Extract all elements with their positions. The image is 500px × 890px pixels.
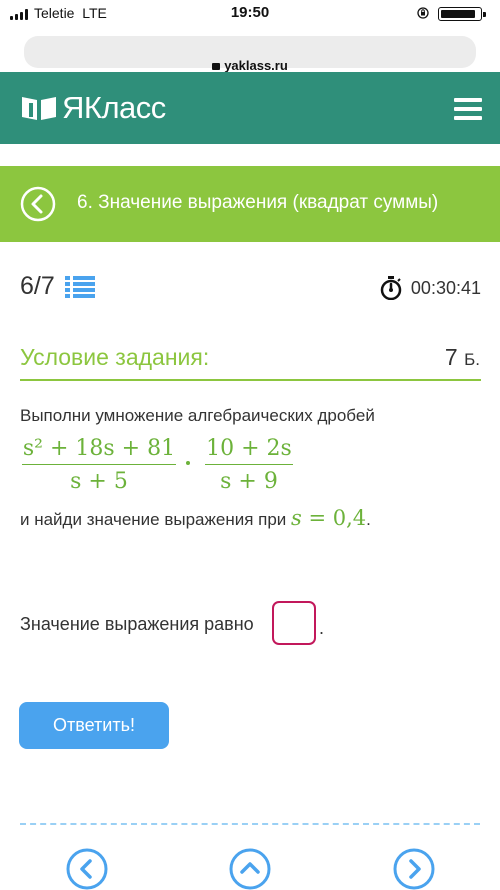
logo[interactable]: ЯКласс <box>20 90 166 125</box>
task-intro: Выполни умножение алгебраических дробей <box>20 406 375 425</box>
answer-end: . <box>319 618 325 638</box>
fraction-1-numerator: s² + 18s + 81 <box>22 436 176 461</box>
fraction-2-bar <box>205 464 293 465</box>
rotation-lock-icon <box>417 7 429 19</box>
fraction-2: 10 + 2s s + 9 <box>205 436 293 494</box>
chevron-left-circle-icon[interactable] <box>20 186 56 222</box>
variable-value: 0,4 <box>332 506 367 530</box>
task-points: 7 Б. <box>445 344 480 371</box>
task-find-text: и найди значение выражения при s = 0,4. <box>20 506 371 530</box>
url-label: yaklass.ru <box>224 58 288 73</box>
site-header: ЯКласс <box>0 72 500 144</box>
lock-icon <box>212 63 221 70</box>
find-text-label: и найди значение выражения при <box>20 510 292 529</box>
book-icon <box>22 97 56 120</box>
logo-text: ЯКласс <box>62 90 166 125</box>
spacer <box>0 144 500 160</box>
status-bar: Teletie LTE 19:50 <box>0 0 500 28</box>
find-text-end: . <box>366 510 371 529</box>
answer-input[interactable] <box>272 601 316 645</box>
fraction-1-denominator: s + 5 <box>70 469 128 494</box>
task-counter-text: 6/7 <box>20 272 55 300</box>
equals-sign: = <box>301 506 333 530</box>
answer-label: Значение выражения равно <box>20 614 254 634</box>
timer: 00:30:41 <box>379 276 481 300</box>
points-unit: Б. <box>464 350 480 369</box>
chevron-up-icon[interactable] <box>229 848 271 890</box>
browser-address-area[interactable]: yaklass.ru <box>0 28 500 73</box>
condition-title: Условие задания: <box>20 344 210 370</box>
fraction-2-numerator: 10 + 2s <box>206 436 292 461</box>
hamburger-menu-icon[interactable] <box>454 98 482 120</box>
address-text[interactable]: yaklass.ru <box>0 58 500 73</box>
fraction-1: s² + 18s + 81 s + 5 <box>22 436 176 494</box>
chevron-left-icon[interactable] <box>66 848 108 890</box>
condition-divider <box>20 379 481 381</box>
multiplication-dot <box>186 461 190 465</box>
timer-text: 00:30:41 <box>410 277 481 298</box>
task-counter: 6/7 <box>20 272 95 301</box>
fraction-2-denominator: s + 9 <box>220 469 278 494</box>
stopwatch-icon <box>380 276 402 300</box>
list-icon[interactable] <box>64 275 95 299</box>
divider <box>20 823 480 825</box>
chevron-right-icon[interactable] <box>393 848 435 890</box>
points-value: 7 <box>444 344 458 370</box>
fraction-1-bar <box>22 464 176 465</box>
variable-name: s <box>291 506 302 530</box>
submit-button[interactable]: Ответить! <box>19 702 169 749</box>
topic-title: 6. Значение выражения (квадрат суммы) <box>77 192 439 213</box>
battery-icon <box>438 7 486 21</box>
